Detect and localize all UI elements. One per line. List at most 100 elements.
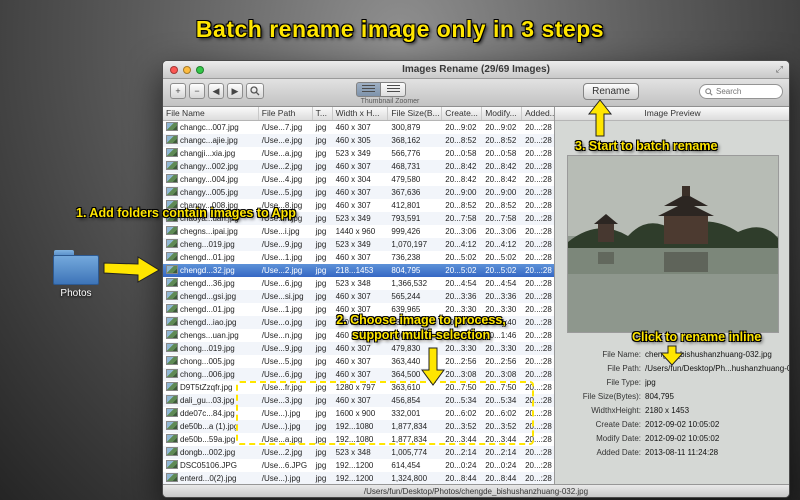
back-button[interactable]: ◀ <box>208 83 224 99</box>
field-value[interactable]: 2180 x 1453 <box>645 406 689 415</box>
field-value[interactable]: 2012-09-02 10:05:02 <box>645 434 719 443</box>
cell: 20...:28 <box>525 344 552 353</box>
search-input[interactable] <box>716 87 776 96</box>
file-thumbnail-icon <box>166 239 178 248</box>
cell: jpg <box>315 214 327 223</box>
field-value[interactable]: chengde_bishushanzhuang-032.jpg <box>645 350 772 359</box>
table-row[interactable]: chong...005.jpg/Use...5.jpg jpg 460 x 307 3… <box>163 355 554 368</box>
table-row[interactable]: enterd...0(2).jpg/Use...).jpg jpg 192...12… <box>163 472 554 484</box>
cell: 20...4:54 <box>485 279 517 288</box>
annotation-main-title: Batch rename image only in 3 steps <box>195 16 605 42</box>
cell: 20...4:54 <box>445 279 477 288</box>
cell: 460 x 307 <box>335 162 371 171</box>
status-bar: /Users/fun/Desktop/Photos/chengde_bishus… <box>163 484 789 497</box>
table-row[interactable]: cheng...019.jpg/Use...9.jpg jpg 523 x 349 1… <box>163 238 554 251</box>
field-value[interactable]: jpg <box>645 378 656 387</box>
cell: 523 x 349 <box>335 214 371 223</box>
cell: 523 x 349 <box>335 149 371 158</box>
info-field[interactable]: WidthxHeight: 2180 x 1453 <box>555 403 789 417</box>
column-header[interactable]: File Path <box>259 107 313 120</box>
zoom-button[interactable] <box>196 66 204 74</box>
column-header[interactable]: Added... <box>522 107 554 120</box>
cell: /Use...6.JPG <box>261 461 308 470</box>
add-button[interactable]: + <box>170 83 186 99</box>
table-row[interactable]: chong...019.jpg/Use...9.jpg jpg 460 x 307 4… <box>163 342 554 355</box>
cell: 20...3:36 <box>485 292 517 301</box>
title-bar[interactable]: Images Rename (29/69 Images) ⤢ <box>163 61 789 79</box>
table-row[interactable]: changc...007.jpg/Use...7.jpg jpg 460 x 307… <box>163 121 554 134</box>
cell: jpg <box>315 136 327 145</box>
cell: 20...:28 <box>525 357 552 366</box>
info-field[interactable]: File Path: /Users/fun/Desktop/Ph...hushan… <box>555 361 789 375</box>
table-row[interactable]: chong...006.jpg/Use...6.jpg jpg 460 x 307 3… <box>163 368 554 381</box>
rename-button[interactable]: Rename <box>583 83 639 100</box>
table-row[interactable]: DSC05106.JPG/Use...6.JPG jpg 192...1200 614… <box>163 459 554 472</box>
table-row[interactable]: changy...004.jpg/Use...4.jpg jpg 460 x 304… <box>163 173 554 186</box>
magnifier-icon <box>250 86 260 96</box>
column-header[interactable]: File Name <box>163 107 259 120</box>
cell: 20...7:58 <box>485 214 517 223</box>
photos-folder[interactable]: Photos <box>50 250 102 299</box>
field-value[interactable]: /Users/fun/Desktop/Ph...hushanzhuang-032… <box>645 364 789 373</box>
detail-view-button[interactable] <box>381 82 406 97</box>
cell: 20...:28 <box>525 266 552 275</box>
table-row[interactable]: chengd...gsi.jpg/Use...si.jpg jpg 460 x 30… <box>163 290 554 303</box>
info-field[interactable]: Added Date: 2013-08-11 11:24:28 <box>555 445 789 459</box>
cell: jpg <box>315 149 327 158</box>
file-thumbnail-icon <box>166 369 178 378</box>
annotation-step3: 3. Start to batch rename <box>575 139 718 153</box>
cell: 20...5:02 <box>445 266 477 275</box>
search-field[interactable] <box>699 84 783 99</box>
table-row[interactable]: changy...002.jpg/Use...2.jpg jpg 460 x 307… <box>163 160 554 173</box>
field-label: File Name: <box>602 349 641 359</box>
table-row[interactable]: changji...xia.jpg/Use...a.jpg jpg 523 x 34… <box>163 147 554 160</box>
cell: 20...:28 <box>525 474 552 483</box>
file-name-cell: changji...xia.jpg <box>163 147 259 160</box>
table-row[interactable]: chengd...01.jpg/Use...1.jpg jpg 460 x 307 7… <box>163 251 554 264</box>
file-name-cell: chengd...32.jpg <box>163 264 259 277</box>
info-field[interactable]: File Type: jpg <box>555 375 789 389</box>
column-header[interactable]: T... <box>313 107 333 120</box>
search-icon <box>705 87 713 96</box>
remove-button[interactable]: − <box>189 83 205 99</box>
field-value[interactable]: 804,795 <box>645 392 674 401</box>
arrow-step1-icon <box>103 256 160 283</box>
column-header[interactable]: Width x H... <box>333 107 389 120</box>
cell: jpg <box>315 357 327 366</box>
field-value[interactable]: 2012-09-02 10:05:02 <box>645 420 719 429</box>
column-header[interactable]: Create... <box>442 107 483 120</box>
cell: 20...9:02 <box>485 123 517 132</box>
table-row[interactable]: dongb...002.jpg/Use...2.jpg jpg 523 x 348 1… <box>163 446 554 459</box>
list-view-button[interactable] <box>356 82 381 97</box>
cell: 218...1453 <box>335 266 374 275</box>
cell: 20...3:08 <box>445 370 477 379</box>
view-mode-segmented-control <box>356 82 406 97</box>
table-row[interactable]: chengd...36.jpg/Use...6.jpg jpg 523 x 348 1… <box>163 277 554 290</box>
cell: jpg <box>315 201 327 210</box>
cell: 192...1200 <box>335 474 374 483</box>
close-button[interactable] <box>170 66 178 74</box>
zoom-loupe-button[interactable] <box>246 83 264 99</box>
table-row[interactable]: changy...005.jpg/Use...5.jpg jpg 460 x 307… <box>163 186 554 199</box>
info-field[interactable]: Modify Date: 2012-09-02 10:05:02 <box>555 431 789 445</box>
table-row[interactable]: changc...ajie.jpg/Use...e.jpg jpg 460 x 30… <box>163 134 554 147</box>
column-header[interactable]: File Size(B... <box>388 107 443 120</box>
preview-photo <box>567 156 778 332</box>
cell: /Use...1.jpg <box>261 305 303 314</box>
info-field[interactable]: File Size(Bytes): 804,795 <box>555 389 789 403</box>
cell: 460 x 305 <box>335 136 371 145</box>
file-name-cell: enterd...0(2).jpg <box>163 472 259 484</box>
forward-button[interactable]: ▶ <box>227 83 243 99</box>
info-field[interactable]: Create Date: 2012-09-02 10:05:02 <box>555 417 789 431</box>
cell: /Use...5.jpg <box>261 357 303 366</box>
minimize-button[interactable] <box>183 66 191 74</box>
cell: 20...:28 <box>525 318 552 327</box>
table-row[interactable]: chegns...ipai.jpg/Use...i.jpg jpg 1440 x 9… <box>163 225 554 238</box>
fullscreen-icon[interactable]: ⤢ <box>776 64 783 75</box>
field-value[interactable]: 2013-08-11 11:24:28 <box>645 448 718 457</box>
table-row[interactable]: chengd...32.jpg/Use...2.jpg jpg 218...1453… <box>163 264 554 277</box>
cell: 20...9:00 <box>445 188 477 197</box>
info-field[interactable]: File Name: chengde_bishushanzhuang-032.jp… <box>555 347 789 361</box>
cell: 460 x 307 <box>335 188 371 197</box>
column-header[interactable]: Modify... <box>482 107 523 120</box>
